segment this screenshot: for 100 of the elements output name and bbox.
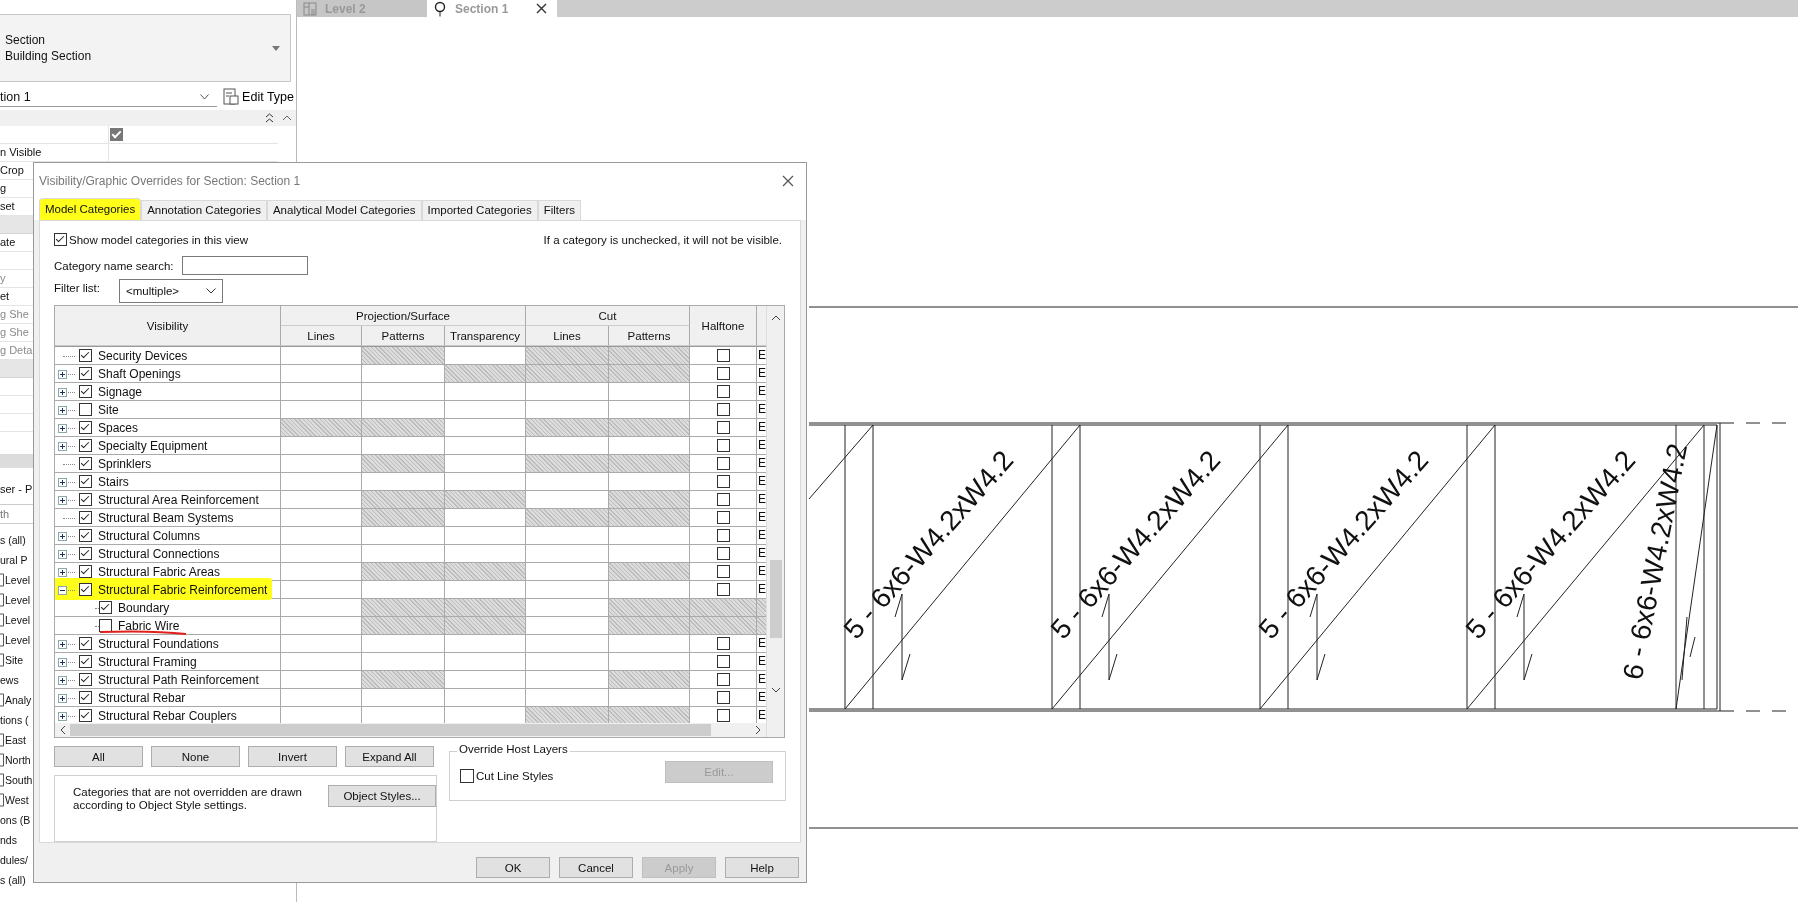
expander-icon[interactable]: [58, 568, 67, 577]
halftone-checkbox[interactable]: [716, 709, 730, 722]
visibility-checkbox[interactable]: [79, 637, 92, 650]
cut-line-styles-checkbox[interactable]: Cut Line Styles: [460, 769, 554, 783]
tree-item[interactable]: Site: [5, 654, 24, 666]
tree-item[interactable]: Level: [5, 614, 31, 626]
expander-icon[interactable]: [58, 388, 67, 397]
tree-item[interactable]: ews: [0, 674, 19, 686]
instance-dropdown[interactable]: tion 1: [0, 87, 218, 107]
halftone-checkbox[interactable]: [716, 349, 730, 362]
visibility-checkbox[interactable]: [79, 673, 92, 686]
expander-icon[interactable]: [58, 676, 67, 685]
property-checkbox[interactable]: [110, 128, 123, 141]
tab[interactable]: Model Categories: [39, 198, 142, 220]
visibility-checkbox[interactable]: [79, 565, 92, 578]
tree-item[interactable]: Level: [5, 594, 31, 606]
tree-item[interactable]: ons (B: [0, 814, 31, 826]
expander-icon[interactable]: [58, 550, 67, 559]
table-action-button[interactable]: None: [151, 746, 240, 767]
tree-item[interactable]: Level: [5, 574, 31, 586]
halftone-checkbox[interactable]: [716, 655, 730, 668]
expander-icon[interactable]: [58, 496, 67, 505]
halftone-checkbox[interactable]: [716, 439, 730, 452]
dialog-button[interactable]: OK: [476, 857, 550, 878]
tab[interactable]: Filters: [537, 200, 581, 220]
scroll-up-icon[interactable]: [770, 314, 781, 322]
collapse-icon[interactable]: [265, 113, 274, 123]
visibility-checkbox[interactable]: [79, 493, 92, 506]
halftone-checkbox[interactable]: [716, 385, 730, 398]
expander-icon[interactable]: [58, 532, 67, 541]
tree-item[interactable]: West: [5, 794, 29, 806]
expander-icon[interactable]: [58, 424, 67, 433]
scroll-right-icon[interactable]: [754, 725, 762, 735]
tree-item[interactable]: Level: [5, 634, 31, 646]
tab[interactable]: Annotation Categories: [141, 200, 267, 220]
visibility-checkbox[interactable]: [99, 601, 112, 614]
visibility-checkbox[interactable]: [79, 403, 92, 416]
tree-item[interactable]: s (all): [0, 874, 26, 886]
horizontal-scrollbar[interactable]: [55, 723, 766, 737]
visibility-checkbox[interactable]: [79, 367, 92, 380]
tree-item[interactable]: North: [5, 754, 31, 766]
visibility-checkbox[interactable]: [79, 709, 92, 722]
halftone-checkbox[interactable]: [716, 421, 730, 434]
scroll-left-icon[interactable]: [59, 725, 67, 735]
halftone-checkbox[interactable]: [716, 367, 730, 380]
halftone-checkbox[interactable]: [716, 691, 730, 704]
dialog-button[interactable]: Cancel: [559, 857, 633, 878]
tree-item[interactable]: nds: [0, 834, 17, 846]
halftone-checkbox[interactable]: [716, 547, 730, 560]
tree-item[interactable]: tions (: [0, 714, 29, 726]
visibility-checkbox[interactable]: [79, 547, 92, 560]
category-search-field[interactable]: [181, 256, 308, 276]
halftone-checkbox[interactable]: [716, 583, 730, 596]
expander-icon[interactable]: [58, 694, 67, 703]
halftone-checkbox[interactable]: [716, 475, 730, 488]
expander-icon[interactable]: [58, 406, 67, 415]
vertical-scrollbar[interactable]: [766, 306, 784, 737]
visibility-checkbox[interactable]: [79, 439, 92, 452]
expander-icon[interactable]: [58, 640, 67, 649]
tree-item[interactable]: East: [5, 734, 26, 746]
tree-item[interactable]: dules/: [0, 854, 29, 866]
halftone-checkbox[interactable]: [716, 457, 730, 470]
visibility-checkbox[interactable]: [79, 655, 92, 668]
table-action-button[interactable]: All: [54, 746, 143, 767]
scroll-down-icon[interactable]: [770, 686, 781, 694]
visibility-checkbox[interactable]: [79, 583, 92, 596]
visibility-checkbox[interactable]: [79, 691, 92, 704]
close-icon[interactable]: [782, 175, 794, 187]
tab[interactable]: Analytical Model Categories: [266, 200, 422, 220]
visibility-checkbox[interactable]: [79, 385, 92, 398]
halftone-checkbox[interactable]: [716, 637, 730, 650]
halftone-checkbox[interactable]: [716, 403, 730, 416]
expander-icon[interactable]: [58, 658, 67, 667]
halftone-checkbox[interactable]: [716, 673, 730, 686]
tree-item[interactable]: South: [5, 774, 33, 786]
scroll-thumb[interactable]: [769, 560, 782, 638]
halftone-checkbox[interactable]: [716, 511, 730, 524]
filter-dropdown[interactable]: <multiple>: [119, 279, 223, 304]
expander-icon[interactable]: [58, 478, 67, 487]
close-icon[interactable]: [536, 3, 547, 14]
halftone-checkbox[interactable]: [716, 529, 730, 542]
expander-icon[interactable]: [58, 370, 67, 379]
scroll-up-icon[interactable]: [282, 115, 292, 121]
halftone-checkbox[interactable]: [716, 565, 730, 578]
visibility-checkbox[interactable]: [79, 511, 92, 524]
edit-type-button[interactable]: Edit Type: [221, 88, 296, 106]
expander-icon[interactable]: [58, 442, 67, 451]
visibility-checkbox[interactable]: [79, 475, 92, 488]
tree-item[interactable]: s (all): [0, 534, 26, 546]
dialog-button[interactable]: Help: [725, 857, 799, 878]
halftone-checkbox[interactable]: [716, 493, 730, 506]
visibility-checkbox[interactable]: [79, 421, 92, 434]
type-selector[interactable]: Section Building Section: [0, 14, 291, 82]
tab[interactable]: Imported Categories: [421, 200, 538, 220]
visibility-checkbox[interactable]: [79, 457, 92, 470]
table-action-button[interactable]: Invert: [248, 746, 337, 767]
visibility-checkbox[interactable]: [79, 529, 92, 542]
tree-item[interactable]: ural P: [0, 554, 28, 566]
table-action-button[interactable]: Expand All: [345, 746, 434, 767]
object-styles-button[interactable]: Object Styles...: [328, 785, 436, 807]
